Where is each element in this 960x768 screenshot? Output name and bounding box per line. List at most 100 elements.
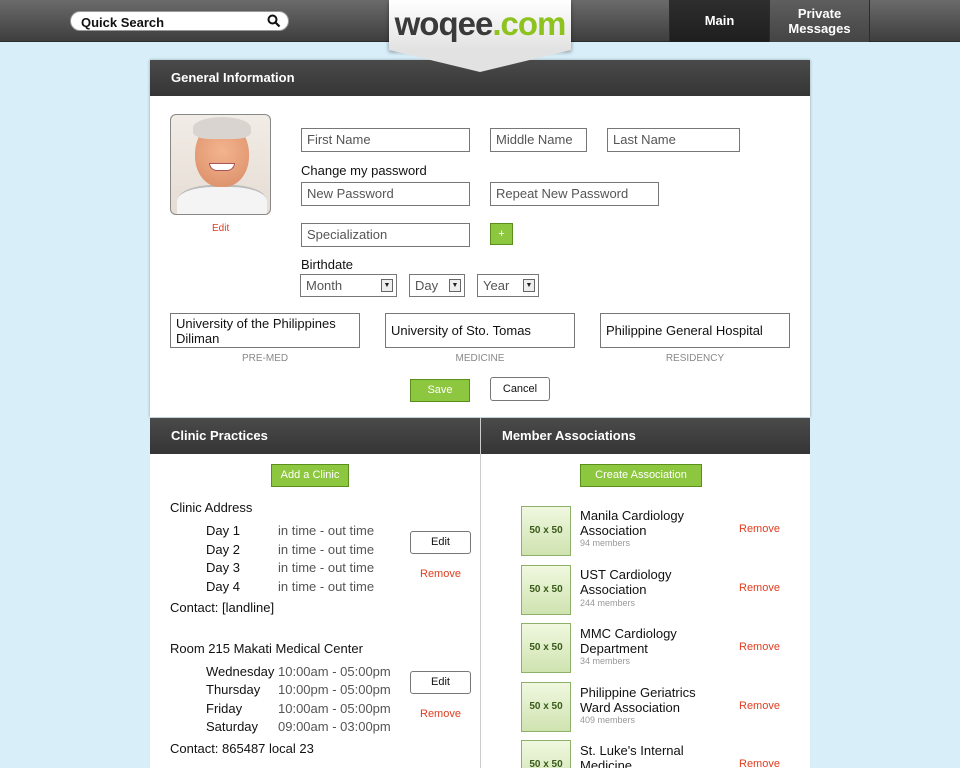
nav-pm-label-2: Messages <box>788 21 851 36</box>
first-name-field[interactable]: First Name <box>301 128 470 152</box>
quick-search-label: Quick Search <box>81 15 165 30</box>
quick-search-input[interactable]: Quick Search <box>70 11 289 31</box>
schedule-day: Day 4 <box>206 579 240 594</box>
general-information-panel: General Information Edit First Name Midd… <box>150 60 810 417</box>
school-premed-line2: Diliman <box>176 331 220 346</box>
add-clinic-button[interactable]: Add a Clinic <box>271 464 349 487</box>
association-thumbnail: 50 x 50 <box>521 740 571 768</box>
association-name[interactable]: MMC Cardiology Department <box>580 626 730 656</box>
association-name-line2: Medicine <box>580 758 633 768</box>
avatar-hair <box>193 117 251 139</box>
site-logo[interactable]: woqee.com <box>389 0 571 72</box>
association-name-line1: Philippine Geriatrics <box>580 685 696 700</box>
cancel-button[interactable]: Cancel <box>490 377 550 401</box>
clinic-address: Clinic Address <box>170 500 253 515</box>
avatar <box>170 114 271 215</box>
remove-association-link[interactable]: Remove <box>739 582 780 594</box>
birth-month-value: Month <box>306 278 343 293</box>
nav-main-label: Main <box>704 13 735 28</box>
schedule-time: in time - out time <box>278 560 375 575</box>
create-association-button[interactable]: Create Association <box>580 464 702 487</box>
school-residency-field[interactable]: Philippine General Hospital <box>600 313 790 348</box>
association-name[interactable]: Philippine Geriatrics Ward Association <box>580 685 730 715</box>
clinic-practices-panel: Clinic Practices Add a Clinic Clinic Add… <box>150 418 480 768</box>
association-thumbnail: 50 x 50 <box>521 682 571 732</box>
school-premed-label: PRE-MED <box>241 353 289 364</box>
school-medicine-field[interactable]: University of Sto. Tomas <box>385 313 575 348</box>
add-specialization-button[interactable]: + <box>490 223 513 245</box>
schedule-time: 10:00am - 05:00pm <box>278 664 391 679</box>
association-name[interactable]: St. Luke's Internal Medicine <box>580 743 730 768</box>
association-thumbnail: 50 x 50 <box>521 623 571 673</box>
chevron-down-icon: ▼ <box>381 279 393 292</box>
association-members: 34 members <box>580 656 631 666</box>
birth-year-select[interactable]: Year ▼ <box>477 274 539 297</box>
association-members: 409 members <box>580 715 636 725</box>
logo-text: woqee.com <box>389 5 571 43</box>
search-icon[interactable] <box>267 14 281 28</box>
remove-association-link[interactable]: Remove <box>739 641 780 653</box>
clinic-contact: Contact: 865487 local 23 <box>170 741 314 756</box>
logo-accent-text: .com <box>492 5 566 42</box>
school-residency-label: RESIDENCY <box>665 353 725 364</box>
birth-year-value: Year <box>483 278 510 293</box>
edit-clinic-button[interactable]: Edit <box>410 531 471 554</box>
nav-main[interactable]: Main <box>669 0 769 42</box>
save-button[interactable]: Save <box>410 379 470 402</box>
birth-month-select[interactable]: Month ▼ <box>300 274 397 297</box>
birth-day-select[interactable]: Day ▼ <box>409 274 465 297</box>
remove-association-link[interactable]: Remove <box>739 758 780 768</box>
edit-clinic-button[interactable]: Edit <box>410 671 471 694</box>
association-name-line1: Manila Cardiology <box>580 508 685 523</box>
remove-clinic-link[interactable]: Remove <box>420 568 461 580</box>
clinic-practices-title: Clinic Practices <box>150 418 480 454</box>
new-password-field[interactable]: New Password <box>301 182 470 206</box>
association-thumbnail: 50 x 50 <box>521 565 571 615</box>
birthdate-label: Birthdate <box>301 257 354 272</box>
school-medicine-label: MEDICINE <box>455 353 505 364</box>
logo-tip <box>389 50 571 72</box>
schedule-day: Day 3 <box>206 560 240 575</box>
association-thumbnail: 50 x 50 <box>521 506 571 556</box>
schedule-time: in time - out time <box>278 579 375 594</box>
association-name-line1: UST Cardiology <box>580 567 672 582</box>
school-premed-line1: University of the Philippines <box>176 316 336 331</box>
schedule-time: in time - out time <box>278 542 375 557</box>
association-name-line2: Association <box>580 523 647 538</box>
schedule-time: 10:00pm - 05:00pm <box>278 682 391 697</box>
specialization-field[interactable]: Specialization <box>301 223 470 247</box>
repeat-password-field[interactable]: Repeat New Password <box>490 182 659 206</box>
association-name[interactable]: Manila Cardiology Association <box>580 508 730 538</box>
birth-day-value: Day <box>415 278 439 293</box>
last-name-field[interactable]: Last Name <box>607 128 740 152</box>
association-name[interactable]: UST Cardiology Association <box>580 567 730 597</box>
schedule-time: 09:00am - 03:00pm <box>278 719 391 734</box>
schedule-day: Saturday <box>206 719 259 734</box>
schedule-day: Thursday <box>206 682 261 697</box>
member-associations-panel: Member Associations Create Association 5… <box>480 418 810 768</box>
schedule-day: Day 2 <box>206 542 240 557</box>
association-name-line1: St. Luke's Internal <box>580 743 684 758</box>
school-medicine-name: University of Sto. Tomas <box>391 323 531 338</box>
schedule-day: Wednesday <box>206 664 275 679</box>
association-name-line2: Association <box>580 582 647 597</box>
remove-association-link[interactable]: Remove <box>739 523 780 535</box>
association-name-line2: Department <box>580 641 648 656</box>
nav-private-messages[interactable]: Private Messages <box>769 0 870 42</box>
middle-name-field[interactable]: Middle Name <box>490 128 587 152</box>
member-associations-title: Member Associations <box>481 418 810 454</box>
avatar-edit-link[interactable]: Edit <box>212 223 229 234</box>
remove-clinic-link[interactable]: Remove <box>420 708 461 720</box>
school-residency-name: Philippine General Hospital <box>606 323 763 338</box>
school-premed-field[interactable]: University of the Philippines Diliman <box>170 313 360 348</box>
schedule-time: 10:00am - 05:00pm <box>278 701 391 716</box>
association-name-line1: MMC Cardiology <box>580 626 677 641</box>
chevron-down-icon: ▼ <box>449 279 461 292</box>
remove-association-link[interactable]: Remove <box>739 700 780 712</box>
association-members: 94 members <box>580 538 631 548</box>
schedule-day: Day 1 <box>206 523 240 538</box>
association-name-line2: Ward Association <box>580 700 680 715</box>
schedule-time: in time - out time <box>278 523 375 538</box>
schedule-day: Friday <box>206 701 243 716</box>
association-members: 244 members <box>580 598 636 608</box>
